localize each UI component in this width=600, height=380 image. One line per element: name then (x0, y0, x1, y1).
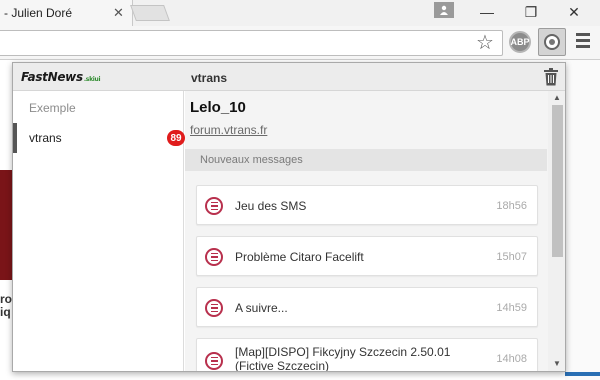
sidebar-item-exemple[interactable]: Exemple (13, 93, 184, 123)
address-bar[interactable] (0, 30, 503, 56)
page-right-area (565, 60, 600, 380)
channel-content: Lelo_10 forum.vtrans.fr Nouveaux message… (185, 91, 565, 372)
close-window-button[interactable]: ✕ (554, 0, 594, 24)
message-title: Problème Citaro Facelift (235, 250, 364, 264)
channel-title: Lelo_10 (190, 99, 246, 116)
message-time: 14h59 (496, 302, 527, 314)
abp-icon[interactable]: ABP (509, 31, 531, 53)
message-time: 15h07 (496, 251, 527, 263)
scroll-down-arrow-icon[interactable]: ▼ (553, 359, 561, 368)
channel-link[interactable]: forum.vtrans.fr (190, 123, 267, 137)
browser-tab[interactable]: - Julien Doré ✕ (0, 0, 133, 26)
message-item[interactable]: A suivre... 14h59 (196, 287, 538, 327)
new-tab-button[interactable] (130, 5, 170, 21)
channel-sidebar: Exemple vtrans 89 (13, 91, 185, 371)
page-text-fragment: iq (0, 305, 11, 319)
restore-button[interactable]: ❐ (511, 0, 551, 24)
message-title: [Map][DISPO] Fikcyjny Szczecin 2.50.01 (… (235, 345, 451, 372)
message-icon (205, 352, 223, 370)
menu-icon[interactable] (576, 33, 590, 51)
message-icon (205, 197, 223, 215)
message-title: Jeu des SMS (235, 199, 307, 213)
fastnews-logo: FastNews.skiui (21, 70, 101, 84)
scrollbar[interactable]: ▲ ▼ (548, 91, 565, 371)
bookmark-star-icon[interactable]: ☆ (476, 30, 494, 55)
message-item[interactable]: Problème Citaro Facelift 15h07 (196, 236, 538, 276)
user-profile-icon[interactable] (434, 2, 454, 18)
popup-header: FastNews.skiui vtrans (13, 63, 565, 91)
message-icon (205, 299, 223, 317)
message-time: 18h56 (496, 200, 527, 212)
fastnews-extension-icon[interactable] (538, 28, 566, 56)
message-item[interactable]: [Map][DISPO] Fikcyjny Szczecin 2.50.01 (… (196, 338, 538, 372)
scrollbar-thumb[interactable] (552, 105, 563, 257)
message-item[interactable]: Jeu des SMS 18h56 (196, 185, 538, 225)
logo-text: FastNews (21, 70, 83, 84)
unread-count-badge: 89 (167, 130, 185, 146)
section-label: Nouveaux messages (200, 154, 303, 166)
browser-title-bar: - Julien Doré ✕ — ❐ ✕ (0, 0, 600, 26)
message-title: A suivre... (235, 301, 288, 315)
page-text-fragment: ro (0, 292, 12, 306)
tab-close-icon[interactable]: ✕ (113, 5, 124, 21)
minimize-button[interactable]: — (467, 0, 507, 24)
tab-title: - Julien Doré (4, 6, 73, 20)
scroll-up-arrow-icon[interactable]: ▲ (553, 93, 561, 102)
section-header: Nouveaux messages (185, 149, 547, 171)
trash-icon[interactable] (543, 68, 559, 86)
sidebar-item-vtrans[interactable]: vtrans 89 (13, 123, 185, 153)
sidebar-item-label: vtrans (29, 131, 62, 145)
page-accent-bar (565, 372, 600, 376)
sidebar-item-label: Exemple (29, 101, 76, 115)
logo-suffix: .skiui (83, 76, 101, 83)
message-icon (205, 248, 223, 266)
header-channel-title: vtrans (191, 71, 228, 85)
fastnews-popup: FastNews.skiui vtrans Exemple vtrans 89 … (12, 62, 566, 372)
message-time: 14h08 (496, 353, 527, 365)
